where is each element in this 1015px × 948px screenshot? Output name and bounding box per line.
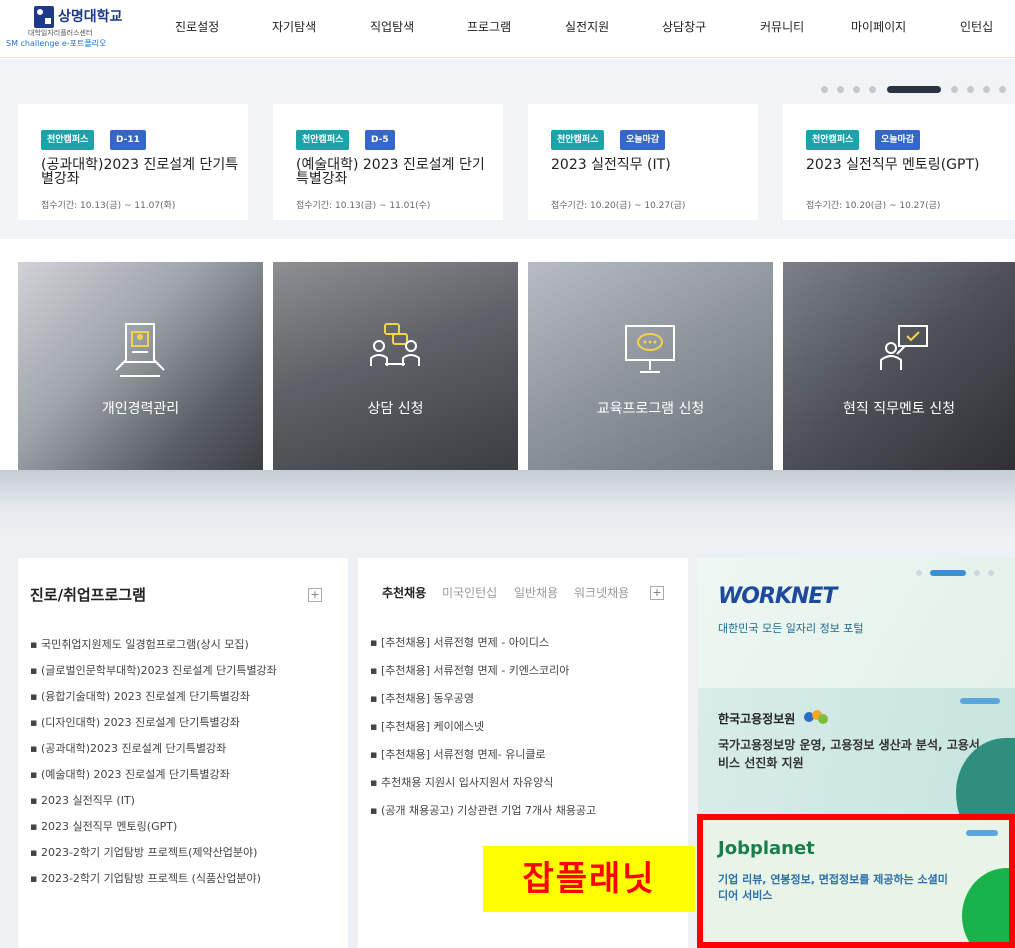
highlight-box [697,814,1015,948]
list-item[interactable]: ▪ (융합기술대학) 2023 진로설계 단기특별강좌 [30,688,250,704]
keis-name: 한국고용정보원 [718,712,796,726]
nav-career-setting[interactable]: 진로설정 [175,18,219,35]
slider-dot[interactable] [951,86,958,93]
more-plus-button[interactable]: + [308,588,322,602]
slider-dot[interactable] [869,86,876,93]
card-title: 2023 실전직무 멘토링(GPT) [806,157,980,173]
program-card[interactable]: 천안캠퍼스 D-5 (예술대학) 2023 진로설계 단기특별강좌 접수기간: … [273,104,503,220]
university-emblem-icon [34,6,54,28]
campus-badge: 천안캠퍼스 [551,130,605,150]
campus-badge: 천안캠퍼스 [296,130,350,150]
list-item[interactable]: ▪ (공과대학)2023 진로설계 단기특별강좌 [30,740,226,756]
list-item[interactable]: ▪ (공개 채용공고) 기상관련 기업 7개사 채용공고 [370,802,596,818]
program-card[interactable]: 천안캠퍼스 오늘마감 2023 실전직무 (IT) 접수기간: 10.20(금)… [528,104,758,220]
logo-subtitle: 대학일자리플러스센터 [28,29,93,37]
tile-career-management[interactable]: 개인경력관리 [18,262,263,470]
more-plus-button[interactable]: + [650,586,664,600]
card-date: 접수기간: 10.13(금) ~ 11.07(화) [41,201,176,211]
list-item[interactable]: ▪ (디자인대학) 2023 진로설계 단기특별강좌 [30,714,240,730]
card-date: 접수기간: 10.20(금) ~ 10.27(금) [806,201,941,211]
tab-worknet[interactable]: 워크넷채용 [574,584,629,601]
keis-description: 국가고용정보망 운영, 고용정보 생산과 분석, 고용서비스 선진화 지원 [718,738,980,770]
panel-title: 진로/취업프로그램 [30,586,146,604]
slider-dot[interactable] [837,86,844,93]
deadline-badge: 오늘마감 [875,130,921,150]
counseling-icon [370,323,420,366]
tile-label: 상담 신청 [367,401,424,417]
site-header: 상명대학교 대학일자리플러스센터 SM challenge e-포트폴리오 진로… [0,0,1015,58]
tile-mentor[interactable]: 현직 직무멘토 신청 [783,262,1015,470]
card-date: 접수기간: 10.20(금) ~ 10.27(금) [551,201,686,211]
nav-job-exploration[interactable]: 직업탐색 [370,18,414,35]
card-title: 2023 실전직무 (IT) [551,157,671,173]
nav-community[interactable]: 커뮤니티 [760,18,804,35]
program-card[interactable]: 천안캠퍼스 오늘마감 2023 실전직무 멘토링(GPT) 접수기간: 10.2… [783,104,1015,220]
tile-counseling[interactable]: 상담 신청 [273,262,518,470]
list-item[interactable]: ▪ [추천채용] 서류전형 면제- 유니클로 [370,746,546,762]
card-title: (공과대학)2023 진로설계 단기특별강좌 [41,157,239,187]
university-logo[interactable]: 상명대학교 대학일자리플러스센터 SM challenge e-포트폴리오 [6,6,156,52]
program-card[interactable]: 천안캠퍼스 D-11 (공과대학)2023 진로설계 단기특별강좌 접수기간: … [18,104,248,220]
slider-dot[interactable] [853,86,860,93]
deadline-badge: D-5 [365,130,395,150]
tab-us-internship[interactable]: 미국인턴십 [442,584,497,601]
tile-label: 교육프로그램 신청 [596,401,705,417]
nav-counseling[interactable]: 상담창구 [662,18,706,35]
list-item[interactable]: ▪ 국민취업지원제도 일경험프로그램(상시 모집) [30,636,249,652]
slider-dot[interactable] [983,86,990,93]
list-item[interactable]: ▪ 2023-2학기 기업탐방 프로젝트 (식품산업분야) [30,870,261,886]
tab-recommended[interactable]: 추천채용 [382,584,426,601]
list-item[interactable]: ▪ 2023 실전직무 (IT) [30,792,135,808]
deadline-badge: D-11 [110,130,146,150]
keis-banner[interactable]: 한국고용정보원 국가고용정보망 운영, 고용정보 생산과 분석, 고용서비스 선… [698,688,1015,814]
list-item[interactable]: ▪ [추천채용] 케이에스넷 [370,718,484,734]
banner-dot[interactable] [988,570,994,576]
nav-program[interactable]: 프로그램 [467,18,511,35]
mentor-board-icon [880,325,928,370]
annotation-label: 잡플래닛 [483,846,695,912]
worknet-logo: WORKNET [718,584,837,609]
slider-dot[interactable] [821,86,828,93]
nav-practical-support[interactable]: 실전지원 [565,18,609,35]
keis-logo-icon [804,710,828,724]
banner-dot[interactable] [916,570,922,576]
worknet-subtitle: 대한민국 모든 일자리 정보 포털 [718,622,864,635]
slider-dot-active[interactable] [887,86,941,93]
nav-mypage[interactable]: 마이페이지 [851,18,906,35]
id-card-icon [115,323,165,377]
tile-education-program[interactable]: 교육프로그램 신청 [528,262,773,470]
banner-dot-active[interactable] [930,570,966,576]
nav-self-exploration[interactable]: 자기탐색 [272,18,316,35]
list-item[interactable]: ▪ 2023-2학기 기업탐방 프로젝트(제약산업분야) [30,844,257,860]
list-item[interactable]: ▪ [추천채용] 서류전형 면제 - 아이디스 [370,634,549,650]
worknet-banner[interactable]: WORKNET 대한민국 모든 일자리 정보 포털 [698,558,1015,688]
list-item[interactable]: ▪ [추천채용] 동우공영 [370,690,474,706]
card-title: (예술대학) 2023 진로설계 단기특별강좌 [296,157,485,187]
list-item[interactable]: ▪ 추천채용 지원시 입사지원서 자유양식 [370,774,553,790]
tab-general[interactable]: 일반채용 [514,584,558,601]
card-date: 접수기간: 10.13(금) ~ 11.01(수) [296,201,431,211]
career-program-panel: 진로/취업프로그램 + ▪ 국민취업지원제도 일경험프로그램(상시 모집) ▪ … [18,558,348,948]
list-item[interactable]: ▪ [추천채용] 서류전형 면제 - 키엔스코리아 [370,662,569,678]
tile-label: 현직 직무멘토 신청 [843,401,955,417]
list-item[interactable]: ▪ 2023 실전직무 멘토링(GPT) [30,818,177,834]
logo-name: 상명대학교 [58,9,123,25]
slider-dot[interactable] [967,86,974,93]
tile-label: 개인경력관리 [101,401,180,417]
deadline-badge: 오늘마감 [620,130,666,150]
list-item[interactable]: ▪ (글로벌인문학부대학)2023 진로설계 단기특별강좌 [30,662,277,678]
campus-badge: 천안캠퍼스 [806,130,860,150]
list-item[interactable]: ▪ (예술대학) 2023 진로설계 단기특별강좌 [30,766,230,782]
presentation-chat-icon [625,325,675,373]
nav-internship[interactable]: 인턴십 [960,18,993,35]
slider-dot[interactable] [999,86,1006,93]
banner-dot-active[interactable] [960,698,1000,704]
logo-tagline: SM challenge e-포트폴리오 [6,39,107,48]
banner-dot[interactable] [974,570,980,576]
campus-badge: 천안캠퍼스 [41,130,95,150]
